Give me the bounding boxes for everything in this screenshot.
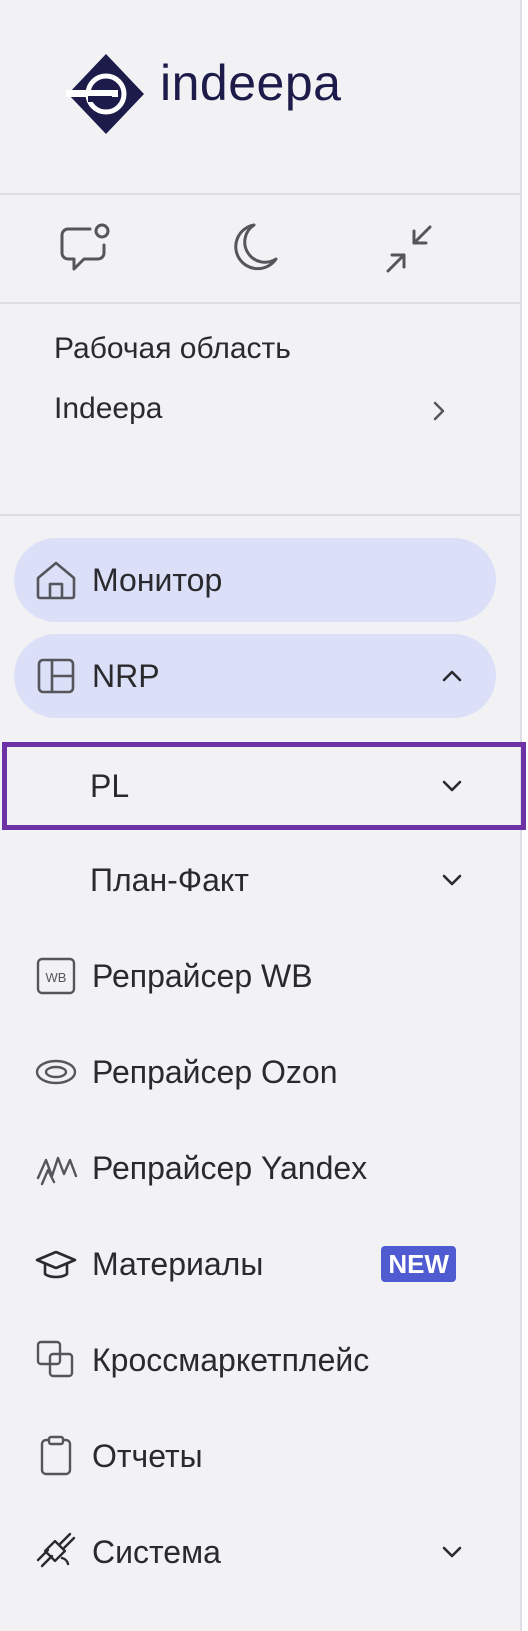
nav-label-nrp: NRP <box>92 658 160 694</box>
ozon-icon <box>35 1059 77 1085</box>
logo-mark-icon <box>66 54 144 134</box>
graduation-cap-icon <box>35 1250 77 1279</box>
nav-item-plan-fact[interactable]: План-Факт <box>14 838 496 922</box>
nav-label-repricer-ozon: Репрайсер Ozon <box>92 1054 338 1090</box>
nav-label-system: Система <box>92 1534 221 1570</box>
logo-area: indeepa <box>0 0 520 195</box>
nav-label-repricer-yandex: Репрайсер Yandex <box>92 1150 368 1186</box>
chevron-right-icon <box>433 401 445 421</box>
nav-item-nrp[interactable]: NRP <box>14 634 496 718</box>
theme-toggle-button[interactable] <box>222 217 286 281</box>
svg-text:WB: WB <box>46 970 67 985</box>
clipboard-icon <box>40 1435 72 1476</box>
new-badge: NEW <box>381 1246 456 1282</box>
nav-item-monitor[interactable]: Монитор <box>14 538 496 622</box>
nav-label-plan-fact: План-Факт <box>90 862 249 898</box>
home-icon <box>36 561 76 600</box>
logo-text: indeepa <box>160 55 342 111</box>
quick-actions-bar <box>0 195 520 304</box>
nav-item-pl[interactable]: PL <box>14 744 496 828</box>
chevron-down-icon <box>442 780 462 792</box>
wb-icon: WB <box>36 957 76 995</box>
nav-item-crossmarketplace[interactable]: Кроссмаркетплейс <box>14 1318 496 1402</box>
collapse-sidebar-button[interactable] <box>378 217 442 281</box>
collapse-icon <box>386 225 432 273</box>
nav-label-repricer-wb: Репрайсер WB <box>92 958 313 994</box>
workspace-name: Indeepa <box>54 392 163 425</box>
sidebar: indeepa Рабочая область Indeepa Монитор … <box>0 0 526 1631</box>
chevron-down-icon <box>442 1546 462 1558</box>
nav-item-system[interactable]: Система <box>14 1510 496 1594</box>
nav-label-materials: Материалы <box>92 1246 264 1282</box>
nav-item-repricer-wb[interactable]: WB Репрайсер WB <box>14 934 496 1018</box>
workspace-caption: Рабочая область <box>54 332 291 365</box>
workspace-section: Рабочая область Indeepa <box>0 304 520 516</box>
satellite-icon <box>36 1532 76 1568</box>
layout-icon <box>37 658 75 694</box>
nav-item-repricer-yandex[interactable]: Репрайсер Yandex <box>14 1126 496 1210</box>
chat-icon <box>60 223 110 271</box>
yandex-icon <box>36 1156 78 1186</box>
nav-label-reports: Отчеты <box>92 1438 203 1474</box>
nav-label-crossmarketplace: Кроссмаркетплейс <box>92 1342 370 1378</box>
nav-label-pl: PL <box>90 768 130 804</box>
workspace-selector[interactable]: Indeepa <box>54 392 454 434</box>
nav-item-reports[interactable]: Отчеты <box>14 1414 496 1498</box>
chevron-up-icon <box>442 670 462 682</box>
nav-label-monitor: Монитор <box>92 562 223 598</box>
overlap-squares-icon <box>36 1340 74 1378</box>
chevron-down-icon <box>442 874 462 886</box>
moon-icon <box>234 223 278 271</box>
nav-item-materials[interactable]: Материалы NEW <box>14 1222 496 1306</box>
support-chat-button[interactable] <box>54 217 118 281</box>
nav-item-repricer-ozon[interactable]: Репрайсер Ozon <box>14 1030 496 1114</box>
